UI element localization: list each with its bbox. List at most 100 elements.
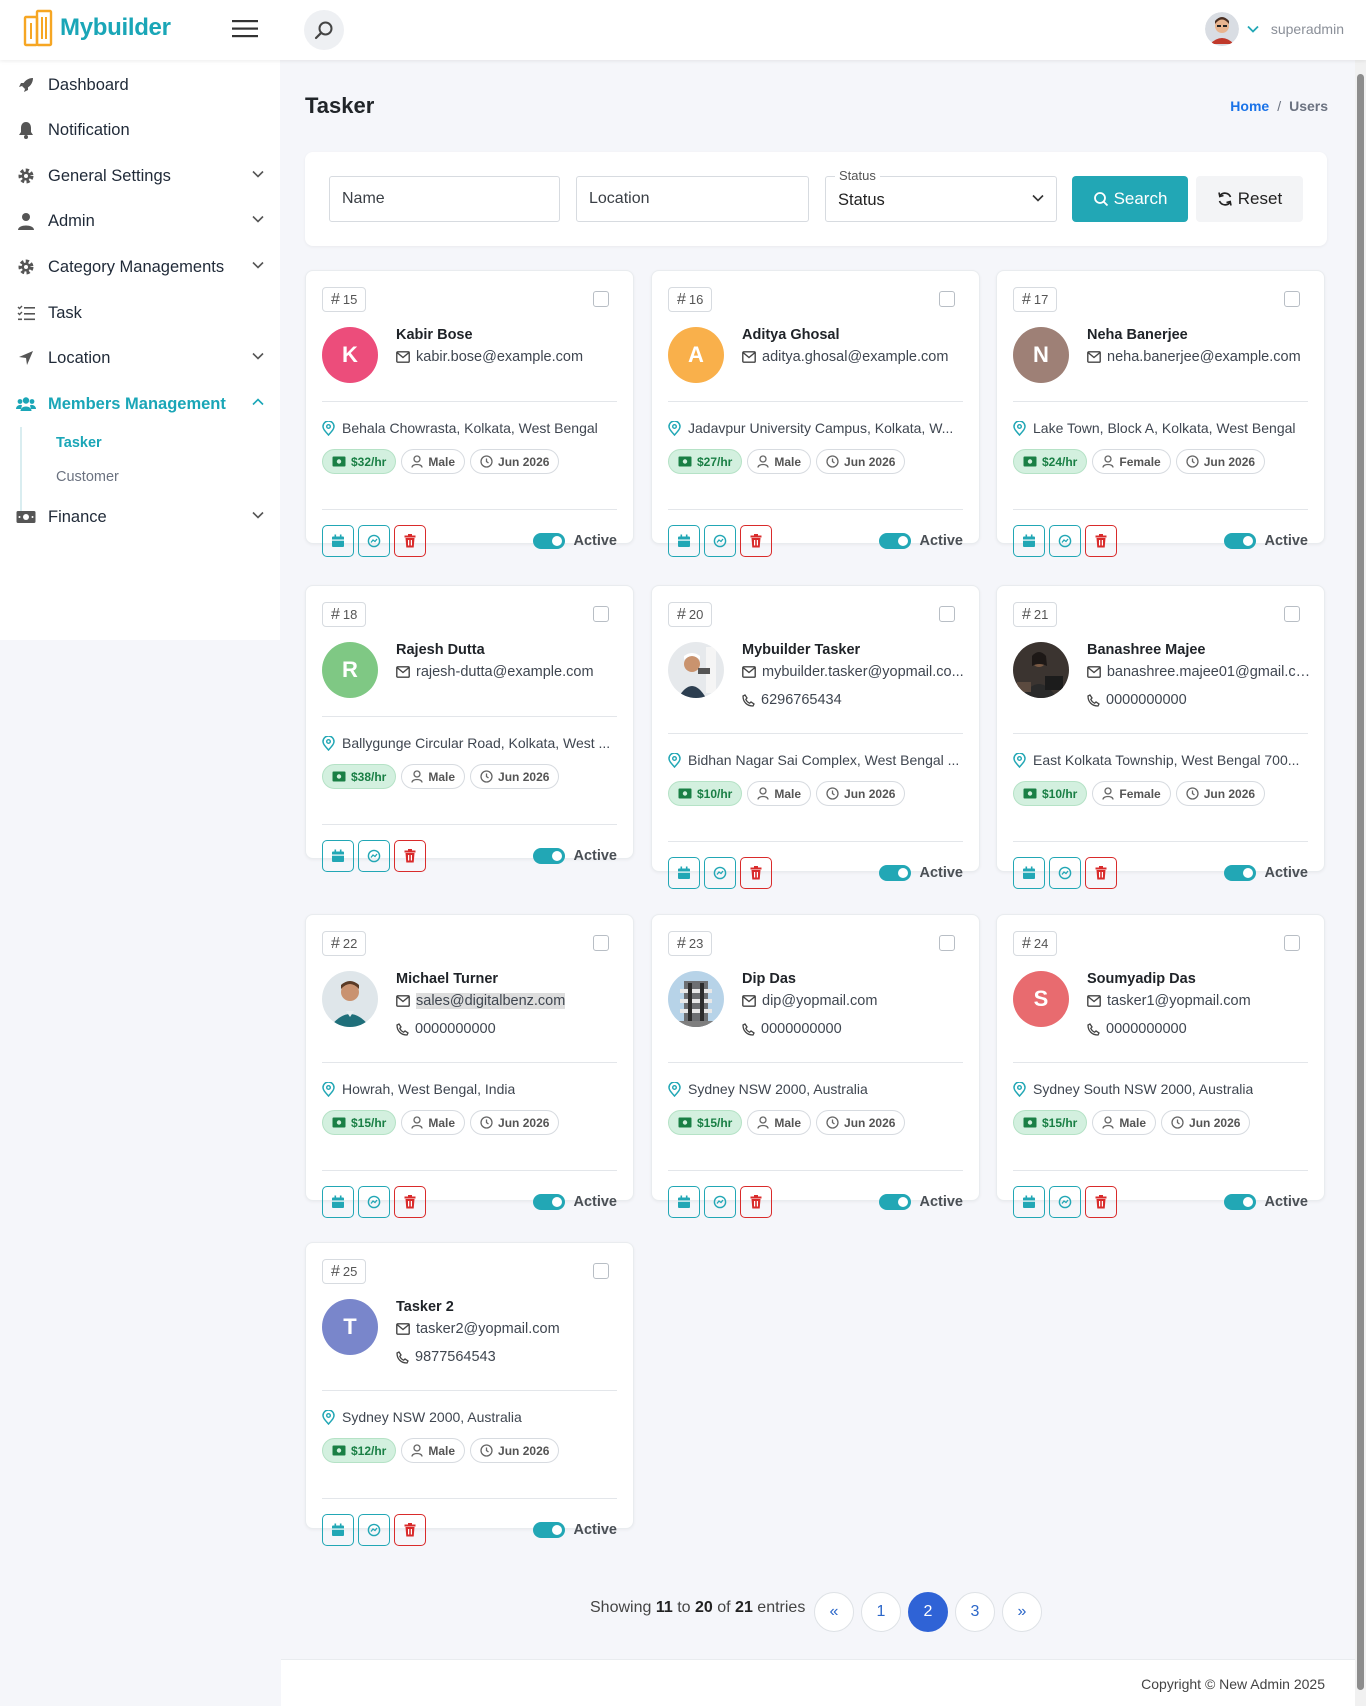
toggle-switch[interactable] [879,865,912,881]
delete-button[interactable] [740,1186,772,1218]
chat-button[interactable] [358,1186,390,1218]
schedule-button[interactable] [322,1514,354,1546]
sidebar-item-members-management[interactable]: Members Management [0,383,280,425]
sidebar-item-dashboard[interactable]: Dashboard [0,64,280,106]
name-input[interactable] [329,176,560,222]
date-value: Jun 2026 [498,769,550,784]
delete-button[interactable] [394,1514,426,1546]
select-checkbox[interactable] [593,935,609,951]
toggle-switch[interactable] [533,1522,566,1538]
chat-button[interactable] [358,840,390,872]
breadcrumb-home-link[interactable]: Home [1230,98,1269,114]
pagination-page-3[interactable]: 3 [955,1592,995,1632]
chat-button[interactable] [704,525,736,557]
chat-button[interactable] [358,1514,390,1546]
sidebar-item-task[interactable]: Task [0,292,280,334]
chat-button[interactable] [704,1186,736,1218]
status-toggle[interactable]: Active [533,533,617,549]
toggle-switch[interactable] [1224,865,1257,881]
header-search-button[interactable] [304,10,344,50]
sidebar-subitem-tasker[interactable]: Tasker [56,435,102,451]
chat-button[interactable] [1049,525,1081,557]
toggle-switch[interactable] [879,1194,912,1210]
select-checkbox[interactable] [1284,935,1300,951]
hamburger-menu-button[interactable] [232,19,258,39]
sidebar-subitem-customer[interactable]: Customer [56,469,119,485]
select-checkbox[interactable] [1284,606,1300,622]
user-menu[interactable]: superadmin [1204,12,1344,46]
logo[interactable]: Mybuilder [22,9,171,47]
toggle-switch[interactable] [533,533,566,549]
schedule-button[interactable] [1013,1186,1045,1218]
divider [668,1170,963,1171]
select-checkbox[interactable] [939,606,955,622]
scrollbar[interactable] [1355,60,1366,1706]
select-checkbox[interactable] [593,1263,609,1279]
toggle-switch[interactable] [1224,533,1257,549]
location-input[interactable] [576,176,809,222]
chat-button[interactable] [1049,857,1081,889]
member-location: Sydney South NSW 2000, Australia [1033,1081,1254,1097]
schedule-button[interactable] [322,840,354,872]
chat-button[interactable] [704,857,736,889]
sidebar-item-location[interactable]: Location [0,337,280,379]
schedule-button[interactable] [668,525,700,557]
info-pills: $24/hr Female Jun 2026 [1013,449,1266,474]
sidebar-item-general-settings[interactable]: General Settings [0,155,280,197]
status-toggle[interactable]: Active [1224,1194,1308,1210]
chat-button[interactable] [1049,1186,1081,1218]
select-checkbox[interactable] [1284,291,1300,307]
pagination-next-button[interactable]: » [1002,1592,1042,1632]
sidebar-item-notification[interactable]: Notification [0,109,280,151]
delete-button[interactable] [740,525,772,557]
avatar[interactable] [1204,12,1239,46]
email-line: neha.banerjee@example.com [1087,349,1301,365]
schedule-button[interactable] [1013,525,1045,557]
delete-button[interactable] [1085,1186,1117,1218]
schedule-button[interactable] [668,1186,700,1218]
pagination-page-1[interactable]: 1 [861,1592,901,1632]
reset-button[interactable]: Reset [1196,176,1303,222]
map-pin-icon [668,420,681,436]
toggle-switch[interactable] [879,533,912,549]
member-name: Rajesh Dutta [396,642,485,658]
chat-button[interactable] [358,525,390,557]
status-toggle[interactable]: Active [1224,533,1308,549]
select-checkbox[interactable] [593,291,609,307]
delete-button[interactable] [394,1186,426,1218]
sidebar-item-admin[interactable]: Admin [0,200,280,242]
status-toggle[interactable]: Active [533,1194,617,1210]
sidebar-item-finance[interactable]: Finance [0,496,280,538]
schedule-button[interactable] [322,525,354,557]
toggle-switch[interactable] [533,1194,566,1210]
schedule-button[interactable] [1013,857,1045,889]
bell-icon [16,121,36,139]
person-icon [411,1116,424,1129]
delete-button[interactable] [1085,525,1117,557]
status-toggle[interactable]: Active [879,533,963,549]
pagination-page-2[interactable]: 2 [908,1592,948,1632]
toggle-switch[interactable] [1224,1194,1257,1210]
pagination-prev-button[interactable]: « [814,1592,854,1632]
schedule-button[interactable] [668,857,700,889]
sidebar-item-category-managements[interactable]: Category Managements [0,246,280,288]
status-select[interactable]: Status Status [825,168,1057,222]
status-toggle[interactable]: Active [1224,865,1308,881]
search-button[interactable]: Search [1072,176,1188,222]
delete-button[interactable] [394,840,426,872]
schedule-button[interactable] [322,1186,354,1218]
delete-button[interactable] [1085,857,1117,889]
delete-button[interactable] [394,525,426,557]
status-toggle[interactable]: Active [533,1522,617,1538]
select-checkbox[interactable] [939,291,955,307]
scrollbar-thumb[interactable] [1357,74,1364,1690]
status-toggle[interactable]: Active [879,865,963,881]
toggle-switch[interactable] [533,848,566,864]
status-toggle[interactable]: Active [879,1194,963,1210]
hash-icon: # [677,290,686,308]
select-checkbox[interactable] [593,606,609,622]
select-checkbox[interactable] [939,935,955,951]
member-email: tasker1@yopmail.com [1107,993,1251,1009]
status-toggle[interactable]: Active [533,848,617,864]
delete-button[interactable] [740,857,772,889]
